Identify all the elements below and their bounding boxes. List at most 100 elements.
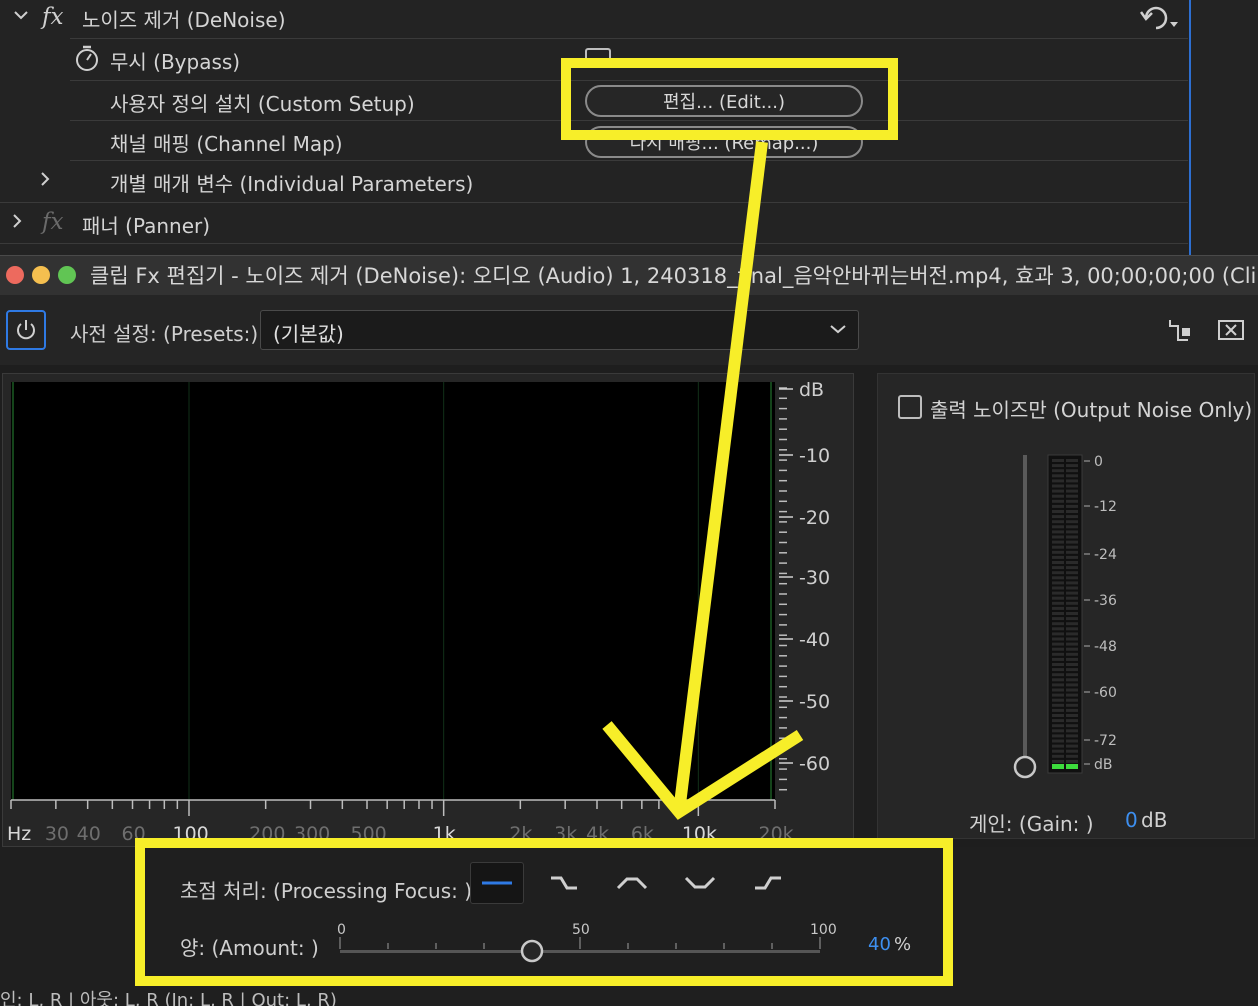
save-preset-icon[interactable] [1168, 318, 1194, 342]
chevron-down-icon[interactable] [12, 6, 30, 29]
power-button[interactable] [6, 310, 46, 350]
chevron-right-icon[interactable] [10, 212, 24, 235]
close-window-button[interactable] [6, 266, 24, 284]
meter-segment [1066, 576, 1078, 580]
meter-segment [1066, 693, 1078, 697]
meter-segment [1052, 489, 1064, 493]
meter-segment [1052, 459, 1064, 462]
meter-segment [1066, 504, 1078, 508]
meter-label: -36 [1094, 593, 1117, 609]
meter-segment [1066, 586, 1078, 590]
meter-segment [1052, 586, 1064, 590]
delete-preset-icon[interactable] [1218, 318, 1244, 342]
meter-segment [1052, 510, 1064, 513]
meter-segment [1052, 678, 1064, 682]
freq-tick-label: Hz [7, 823, 31, 845]
meter-label: -72 [1094, 733, 1117, 749]
meter-segment [1052, 688, 1064, 692]
zoom-window-button[interactable] [58, 266, 76, 284]
meter-segment [1066, 484, 1078, 488]
meter-segment [1052, 494, 1064, 498]
meter-segment [1052, 576, 1064, 580]
fx-icon: fx [42, 209, 64, 235]
meter-label: 0 [1094, 454, 1103, 470]
meter-segment [1052, 499, 1064, 503]
meter-segment [1066, 744, 1078, 748]
meter-segment [1066, 596, 1078, 600]
db-tick-label: dB [799, 379, 824, 401]
meter-segment [1052, 596, 1064, 600]
channel-map-label: 채널 매핑 (Channel Map) [110, 131, 343, 156]
meter-segment [1052, 601, 1064, 605]
meter-segment [1066, 724, 1078, 728]
meter-segment [1066, 719, 1078, 723]
meter-label: -48 [1094, 639, 1117, 655]
meter-segment [1066, 714, 1078, 717]
meter-segment [1066, 459, 1078, 462]
meter-segment [1052, 535, 1064, 539]
meter-segment [1052, 484, 1064, 488]
chevron-right-icon[interactable] [38, 170, 52, 193]
presets-value: (기본값) [273, 322, 344, 346]
playhead-line [1189, 0, 1191, 255]
presets-label: 사전 설정: (Presets:) [70, 322, 259, 346]
presets-dropdown[interactable]: (기본값) [260, 310, 859, 350]
gain-label: 게인: (Gain: ) [969, 812, 1094, 836]
meter-segment [1066, 479, 1078, 483]
meter-segment [1066, 678, 1078, 682]
reset-icon[interactable] [1139, 2, 1182, 36]
meter-segment [1066, 540, 1078, 544]
effect-title[interactable]: 노이즈 제거 (DeNoise) [82, 0, 286, 38]
gain-slider-track[interactable] [1023, 455, 1027, 765]
meter-segment [1052, 754, 1064, 758]
meter-segment [1052, 749, 1064, 753]
gain-value[interactable]: 0 [1125, 808, 1138, 832]
meter-segment [1066, 657, 1078, 661]
db-tick-label: -50 [799, 691, 830, 713]
meter-segment [1066, 622, 1078, 626]
panner-label[interactable]: 패너 (Panner) [82, 204, 210, 244]
meter-segment [1066, 535, 1078, 539]
meter-segment [1052, 571, 1064, 575]
meter-segment [1066, 525, 1078, 529]
meter-segment [1066, 545, 1078, 549]
individual-params-label[interactable]: 개별 매개 변수 (Individual Parameters) [110, 162, 473, 202]
meter-level-left [1052, 764, 1064, 769]
meter-segment [1052, 719, 1064, 723]
meter-label: dB [1094, 757, 1113, 773]
gain-slider-thumb[interactable] [1013, 755, 1037, 779]
meter-segment [1052, 714, 1064, 717]
meter-segment [1052, 515, 1064, 519]
noise-graph-panel: dB -10 -20 -30 -40 -50 -60 Hz 30 40 60 100 200 300 50… [2, 373, 854, 847]
meter-label: -60 [1094, 685, 1117, 701]
meter-segment [1066, 734, 1078, 738]
meter-segment [1052, 606, 1064, 610]
meter-segment [1052, 540, 1064, 544]
meter-segment [1052, 683, 1064, 687]
meter-segment [1052, 647, 1064, 651]
output-noise-only-checkbox[interactable] [898, 395, 922, 419]
meter-segment [1066, 739, 1078, 743]
meter-segment [1052, 612, 1064, 615]
stopwatch-icon[interactable] [74, 44, 100, 76]
meter-segment [1066, 637, 1078, 641]
meter-segment [1052, 555, 1064, 559]
meter-segment [1066, 668, 1078, 672]
meter-segment [1066, 581, 1078, 585]
meter-segment [1066, 749, 1078, 753]
meter-segment [1066, 515, 1078, 519]
meter-segment [1052, 668, 1064, 672]
graph-plot-area[interactable] [11, 382, 775, 800]
meter-segment [1066, 464, 1078, 468]
meter-segment [1052, 617, 1064, 621]
meter-segment [1052, 627, 1064, 631]
meter-segment [1066, 601, 1078, 605]
db-tick-label: -10 [799, 445, 830, 467]
minimize-window-button[interactable] [32, 266, 50, 284]
meter-segment [1052, 464, 1064, 468]
meter-segment [1052, 637, 1064, 641]
meter-label: -12 [1094, 499, 1117, 515]
annotation-box-processing [135, 838, 953, 986]
meter-segment [1066, 474, 1078, 478]
meter-segment [1052, 739, 1064, 743]
